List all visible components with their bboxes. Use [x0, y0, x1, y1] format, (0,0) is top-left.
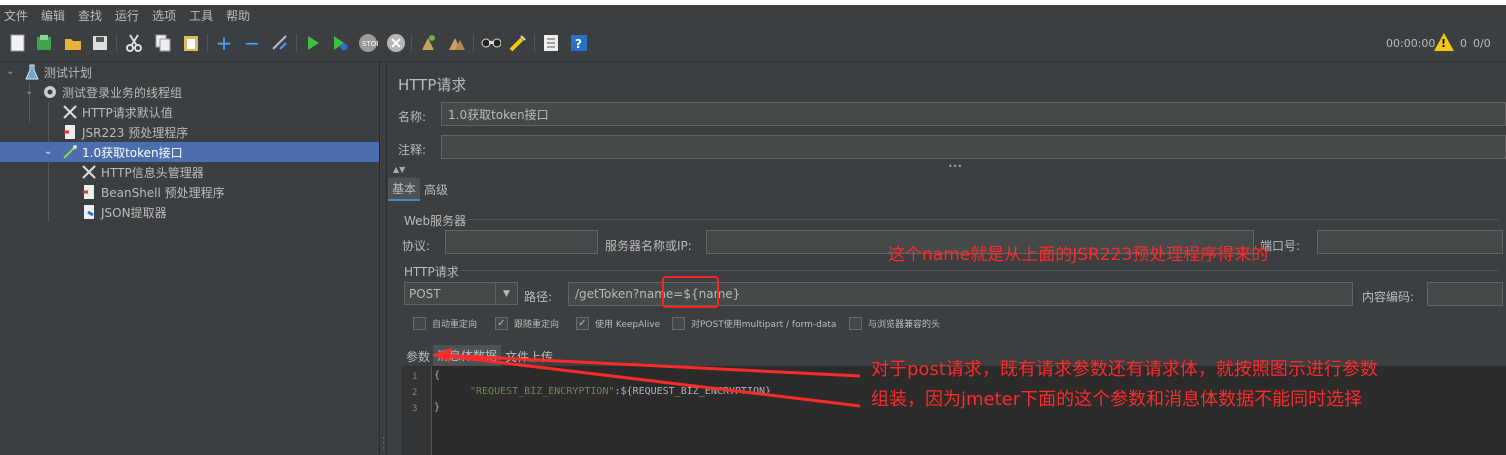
annotation-arrows [432, 348, 861, 408]
